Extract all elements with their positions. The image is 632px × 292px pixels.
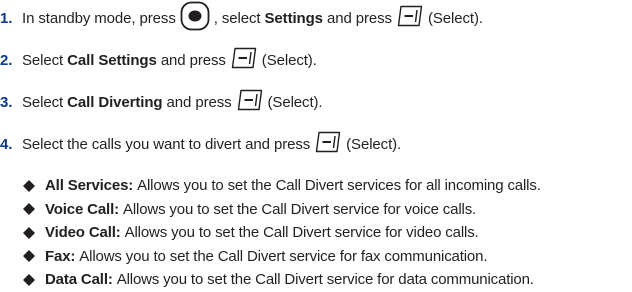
option-description: Allows you to set the Call Divert servic… bbox=[137, 177, 541, 195]
step-text: (Select). bbox=[261, 51, 317, 69]
option-term: Video Call: bbox=[45, 224, 121, 242]
diamond-bullet-icon bbox=[23, 203, 35, 216]
step-text: Select bbox=[22, 93, 64, 111]
left-softkey-icon bbox=[236, 89, 264, 115]
step-bold-term: Call Settings bbox=[67, 51, 157, 69]
left-softkey-icon bbox=[314, 131, 342, 157]
step-text: and press bbox=[326, 9, 392, 27]
step-number: 4. bbox=[0, 135, 13, 153]
step-text: and press bbox=[166, 93, 232, 111]
list-item: Voice Call: Allows you to set the Call D… bbox=[23, 198, 541, 222]
list-item: Fax: Allows you to set the Call Divert s… bbox=[23, 245, 541, 269]
option-description: Allows you to set the Call Divert servic… bbox=[79, 247, 488, 265]
diamond-bullet-icon bbox=[23, 179, 35, 192]
step-bold-term: Settings bbox=[264, 9, 323, 27]
option-description: Allows you to set the Call Divert servic… bbox=[124, 224, 479, 242]
diamond-bullet-icon bbox=[23, 273, 35, 286]
step-4: 4. Select the calls you want to divert a… bbox=[0, 126, 401, 162]
step-text: (Select). bbox=[267, 93, 323, 111]
option-description: Allows you to set the Call Divert servic… bbox=[116, 271, 534, 289]
diamond-bullet-icon bbox=[23, 250, 35, 263]
step-3: 3. Select Call Diverting and press (Sele… bbox=[0, 84, 323, 120]
step-text: and press bbox=[160, 51, 226, 69]
option-term: Data Call: bbox=[45, 271, 113, 289]
step-number: 2. bbox=[0, 51, 13, 69]
list-item: Video Call: Allows you to set the Call D… bbox=[23, 221, 541, 245]
step-text: (Select). bbox=[346, 135, 402, 153]
instruction-page: 1. In standby mode, press , select Setti… bbox=[0, 0, 632, 292]
list-item: All Services: Allows you to set the Call… bbox=[23, 174, 541, 198]
option-term: Fax: bbox=[45, 247, 76, 265]
step-text: Select the calls you want to divert and … bbox=[22, 135, 311, 153]
step-number: 1. bbox=[0, 9, 13, 27]
step-number: 3. bbox=[0, 93, 13, 111]
option-term: Voice Call: bbox=[45, 200, 119, 218]
option-term: All Services: bbox=[45, 177, 134, 195]
center-key-icon bbox=[180, 1, 210, 35]
step-text: Select bbox=[22, 51, 64, 69]
step-text: , select bbox=[213, 9, 261, 27]
step-1: 1. In standby mode, press , select Setti… bbox=[0, 0, 483, 36]
step-2: 2. Select Call Settings and press (Selec… bbox=[0, 42, 317, 78]
divert-options-list: All Services: Allows you to set the Call… bbox=[23, 174, 541, 292]
diamond-bullet-icon bbox=[23, 226, 35, 239]
left-softkey-icon bbox=[230, 47, 258, 73]
list-item: Data Call: Allows you to set the Call Di… bbox=[23, 268, 541, 292]
step-text: (Select). bbox=[427, 9, 483, 27]
left-softkey-icon bbox=[396, 5, 424, 31]
option-description: Allows you to set the Call Divert servic… bbox=[122, 200, 477, 218]
step-bold-term: Call Diverting bbox=[67, 93, 163, 111]
step-text: In standby mode, press bbox=[22, 9, 176, 27]
